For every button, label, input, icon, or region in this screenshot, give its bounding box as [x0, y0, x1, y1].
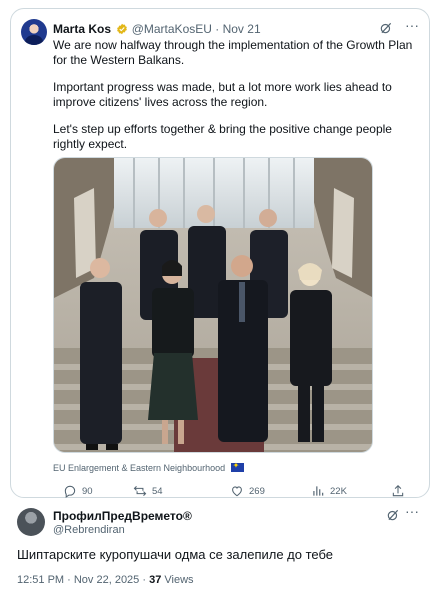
media-category-tag[interactable]: EU Enlargement & Eastern Neighbourhood	[53, 461, 244, 473]
repost-icon	[133, 485, 147, 497]
views-action[interactable]: 22K	[311, 484, 347, 498]
reply-icon	[64, 485, 76, 498]
author-name[interactable]: Marta Kos	[53, 22, 111, 36]
reply-author-name[interactable]: ПрофилПредВремето®	[53, 509, 192, 523]
tweet-actions: 90 54 269 22K	[53, 484, 423, 500]
tweet-photo[interactable]	[53, 157, 373, 453]
verified-badge-icon	[117, 23, 128, 35]
author-avatar[interactable]	[21, 19, 47, 45]
reply-action[interactable]: 90	[63, 484, 93, 498]
reply-metadata: 12:51 PM · Nov 22, 2025 · 37 Views	[17, 574, 194, 586]
tweet-paragraph-1: We are now halfway through the implement…	[53, 38, 413, 67]
reply-text: Шиптарските куропушачи одма се залепиле …	[17, 547, 334, 562]
eu-flag-icon	[230, 461, 244, 472]
like-count: 269	[249, 485, 265, 497]
reply-timestamp[interactable]: 12:51 PM · Nov 22, 2025 ·	[17, 574, 149, 586]
share-action[interactable]	[391, 484, 405, 498]
tweet-paragraph-2: Important progress was made, but a lot m…	[53, 80, 392, 109]
grok-icon[interactable]	[379, 21, 393, 35]
reply-author-avatar[interactable]	[17, 508, 45, 536]
repost-action[interactable]: 54	[133, 484, 163, 498]
tweet-header: Marta Kos @MartaKosEU · Nov 21 ···	[53, 17, 423, 38]
tweet-date[interactable]: Nov 21	[223, 22, 261, 36]
author-handle[interactable]: @MartaKosEU	[132, 22, 212, 36]
like-action[interactable]: 269	[230, 484, 265, 498]
like-icon	[232, 486, 242, 497]
header-separator: ·	[215, 22, 220, 36]
quoted-tweet-card[interactable]: Marta Kos @MartaKosEU · Nov 21 ··· We ar…	[10, 8, 430, 498]
tweet-paragraph-3: Let's step up efforts together & bring t…	[53, 122, 392, 151]
more-icon[interactable]: ···	[405, 503, 419, 519]
views-icon	[313, 486, 324, 496]
more-icon[interactable]: ···	[405, 17, 419, 33]
reply-author-handle[interactable]: @Rebrendiran	[53, 524, 125, 536]
reply-count: 90	[82, 485, 93, 497]
reply-views-count: 37	[149, 574, 162, 586]
group-photo-illustration	[54, 158, 372, 452]
grok-icon[interactable]	[386, 508, 400, 522]
views-count: 22K	[330, 485, 347, 497]
reply-views-label: Views	[161, 574, 194, 586]
repost-count: 54	[152, 485, 163, 497]
bookmark-icon	[392, 485, 404, 497]
media-tag-label: EU Enlargement & Eastern Neighbourhood	[53, 463, 226, 473]
